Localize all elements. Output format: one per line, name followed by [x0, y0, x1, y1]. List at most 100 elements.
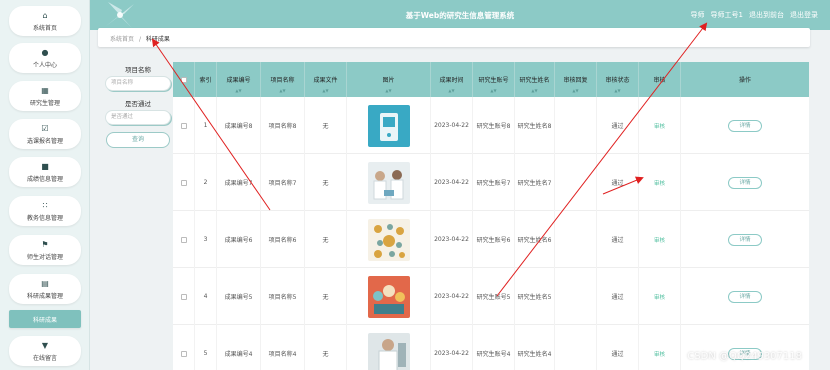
- col-account[interactable]: 研究生账号 ▲▼: [473, 62, 515, 97]
- table-row: 3 成果编号6 项目名称6 无 2023-04-22 研究生账号6 研究生姓名6…: [173, 211, 809, 268]
- cell-code: 成果编号5: [217, 268, 261, 325]
- account-link[interactable]: 导师工号1: [711, 10, 743, 20]
- audit-link[interactable]: 审核: [654, 350, 665, 358]
- select-all-header[interactable]: [173, 62, 195, 97]
- detail-button[interactable]: 详情: [728, 233, 762, 246]
- sidebar-item-course-enroll[interactable]: ☑ 选课报名管理: [9, 119, 81, 149]
- col-time[interactable]: 成果时间 ▲▼: [431, 62, 473, 97]
- col-actions: 操作: [738, 77, 751, 84]
- result-image[interactable]: [367, 332, 410, 370]
- sort-icon[interactable]: ▲▼: [614, 88, 620, 93]
- sort-icon[interactable]: ▲▼: [448, 88, 454, 93]
- cell-index: 4: [195, 268, 217, 325]
- row-checkbox[interactable]: [180, 179, 187, 186]
- cell-file: 无: [305, 211, 347, 268]
- audit-link[interactable]: 审核: [654, 236, 665, 244]
- sidebar-item-messages[interactable]: ▼ 在线留言: [9, 336, 81, 366]
- sort-icon[interactable]: ▲▼: [572, 88, 578, 93]
- cell-index: 3: [195, 211, 217, 268]
- col-code[interactable]: 成果编号 ▲▼: [217, 62, 261, 97]
- sidebar-item-label: 成绩信息管理: [26, 175, 63, 183]
- sort-icon[interactable]: ▲▼: [531, 88, 537, 93]
- cell-time: 2023-04-22: [431, 97, 473, 154]
- col-name[interactable]: 研究生姓名 ▲▼: [515, 62, 555, 97]
- col-image[interactable]: 图片 ▲▼: [347, 62, 431, 97]
- cell-project: 项目名称5: [261, 268, 305, 325]
- pass-status-input[interactable]: 是否通过: [105, 110, 171, 125]
- col-project[interactable]: 项目名称 ▲▼: [261, 62, 305, 97]
- result-image[interactable]: [367, 275, 410, 318]
- row-checkbox[interactable]: [180, 293, 187, 300]
- user-icon: ●: [41, 47, 49, 57]
- sidebar-item-home[interactable]: ⌂ 系统首页: [9, 6, 81, 36]
- col-reply[interactable]: 审核回复 ▲▼: [555, 62, 597, 97]
- cell-name: 研究生姓名8: [515, 97, 555, 154]
- sidebar-item-label: 在线留言: [32, 354, 57, 362]
- sidebar-item-profile[interactable]: ● 个人中心: [9, 43, 81, 73]
- cell-time: 2023-04-22: [431, 154, 473, 211]
- cell-file: 无: [305, 154, 347, 211]
- back-to-front-link[interactable]: 退出到前台: [749, 10, 784, 20]
- cell-code: 成果编号6: [217, 211, 261, 268]
- cell-account: 研究生账号7: [473, 154, 515, 211]
- sidebar-item-label: 个人中心: [32, 61, 57, 69]
- cell-status: 通过: [597, 154, 639, 211]
- cell-reply: [555, 211, 597, 268]
- breadcrumb-home[interactable]: 系统首页: [110, 36, 134, 43]
- sort-icon[interactable]: ▲▼: [490, 88, 496, 93]
- cell-index: 2: [195, 154, 217, 211]
- sidebar-item-label: 科研成果管理: [26, 292, 63, 300]
- audit-link[interactable]: 审核: [654, 293, 665, 301]
- project-name-input[interactable]: 项目名称: [105, 76, 171, 91]
- sidebar-item-students[interactable]: ▦ 研究生管理: [9, 81, 81, 111]
- sidebar-item-label: 科研成果: [32, 316, 57, 324]
- checkbox-icon: ☑: [41, 123, 49, 133]
- breadcrumb-card: 系统首页 / 科研成果: [98, 28, 810, 47]
- sort-icon[interactable]: ▲▼: [385, 88, 391, 93]
- result-image[interactable]: [367, 218, 410, 261]
- detail-button[interactable]: 详情: [728, 290, 762, 303]
- sidebar: ⌂ 系统首页 ● 个人中心 ▦ 研究生管理 ☑ 选课报名管理 ■ 成绩信息管理 …: [0, 0, 90, 370]
- sort-icon[interactable]: ▲▼: [322, 88, 328, 93]
- cell-code: 成果编号7: [217, 154, 261, 211]
- audit-link[interactable]: 审核: [654, 179, 665, 187]
- audit-link[interactable]: 审核: [654, 122, 665, 130]
- table-header: 索引 成果编号 ▲▼ 项目名称 ▲▼ 成果文件 ▲▼ 图片 ▲▼ 成果时间 ▲▼ 研究生账…: [173, 62, 809, 97]
- cell-time: 2023-04-22: [431, 211, 473, 268]
- table-row: 2 成果编号7 项目名称7 无 2023-04-22 研究生账号7 研究生姓名7…: [173, 154, 809, 211]
- col-file[interactable]: 成果文件 ▲▼: [305, 62, 347, 97]
- query-button[interactable]: 查询: [106, 132, 170, 148]
- col-status[interactable]: 审核状态 ▲▼: [597, 62, 639, 97]
- cell-status: 通过: [597, 268, 639, 325]
- logout-link[interactable]: 退出登录: [790, 10, 818, 20]
- sidebar-subitem-research[interactable]: 科研成果: [9, 310, 81, 328]
- role-link[interactable]: 导师: [691, 10, 705, 20]
- sort-icon[interactable]: ▲▼: [235, 88, 241, 93]
- result-image[interactable]: [367, 161, 410, 204]
- cell-reply: [555, 325, 597, 370]
- apps-icon: ∷: [42, 200, 48, 210]
- row-checkbox[interactable]: [180, 350, 187, 357]
- select-all-checkbox[interactable]: [180, 76, 187, 83]
- cell-account: 研究生账号8: [473, 97, 515, 154]
- cell-project: 项目名称4: [261, 325, 305, 370]
- detail-button[interactable]: 详情: [728, 119, 762, 132]
- cell-name: 研究生姓名5: [515, 268, 555, 325]
- sidebar-item-dialogue[interactable]: ⚑ 师生对话管理: [9, 235, 81, 265]
- cell-index: 5: [195, 325, 217, 370]
- table-row: 4 成果编号5 项目名称5 无 2023-04-22 研究生账号5 研究生姓名5…: [173, 268, 809, 325]
- cell-status: 通过: [597, 211, 639, 268]
- sidebar-item-research-manage[interactable]: ▤ 科研成果管理: [9, 274, 81, 304]
- sidebar-item-grades[interactable]: ■ 成绩信息管理: [9, 157, 81, 187]
- row-checkbox[interactable]: [180, 236, 187, 243]
- cell-code: 成果编号8: [217, 97, 261, 154]
- project-name-label: 项目名称: [125, 66, 151, 74]
- sidebar-item-academic[interactable]: ∷ 教务信息管理: [9, 196, 81, 226]
- breadcrumb-separator: /: [138, 36, 141, 43]
- row-checkbox[interactable]: [180, 122, 187, 129]
- cell-file: 无: [305, 97, 347, 154]
- monitor-icon: ■: [41, 161, 49, 171]
- result-image[interactable]: [367, 104, 410, 147]
- sort-icon[interactable]: ▲▼: [279, 88, 285, 93]
- detail-button[interactable]: 详情: [728, 176, 762, 189]
